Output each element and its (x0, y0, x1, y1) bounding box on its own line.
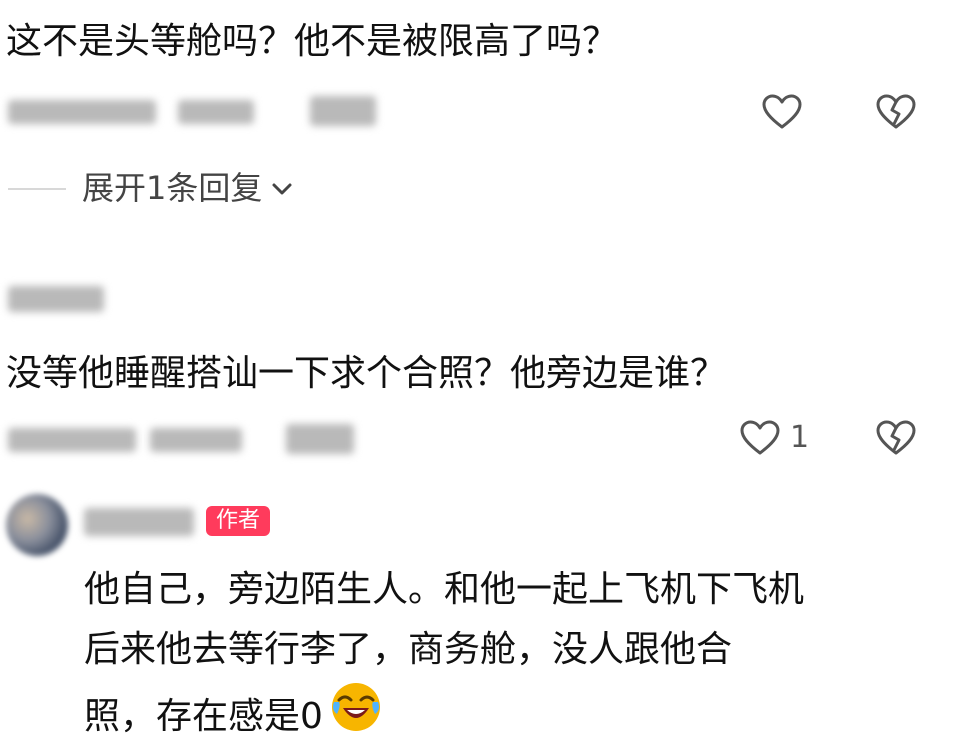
reply-line-1: 他自己，旁边陌生人。和他一起上飞机下飞机 (84, 569, 805, 610)
reply-line-2: 后来他去等行李了，商务舱，没人跟他合 (84, 629, 733, 670)
reply-line-3: 照，存在感是0 (84, 680, 914, 753)
like-icon[interactable] (738, 416, 782, 460)
author-badge: 作者 (206, 506, 271, 536)
dislike-icon[interactable] (874, 90, 918, 134)
reply-text: 他自己，旁边陌生人。和他一起上飞机下飞机 后来他去等行李了，商务舱，没人跟他合 … (84, 560, 914, 753)
reply-divider (8, 188, 66, 190)
comment-1-text: 这不是头等舱吗？他不是被限高了吗？ (6, 21, 619, 62)
crying-laughing-emoji-icon (329, 680, 383, 753)
chevron-down-icon (270, 168, 294, 208)
avatar[interactable] (6, 494, 68, 556)
dislike-icon[interactable] (874, 416, 918, 460)
comment-2-text: 没等他睡醒搭讪一下求个合照？他旁边是谁？ (6, 353, 727, 394)
expand-replies-button[interactable]: 展开1条回复 (82, 168, 294, 208)
like-icon[interactable] (760, 90, 804, 134)
expand-replies-label: 展开1条回复 (82, 169, 263, 207)
like-count: 1 (790, 420, 810, 455)
